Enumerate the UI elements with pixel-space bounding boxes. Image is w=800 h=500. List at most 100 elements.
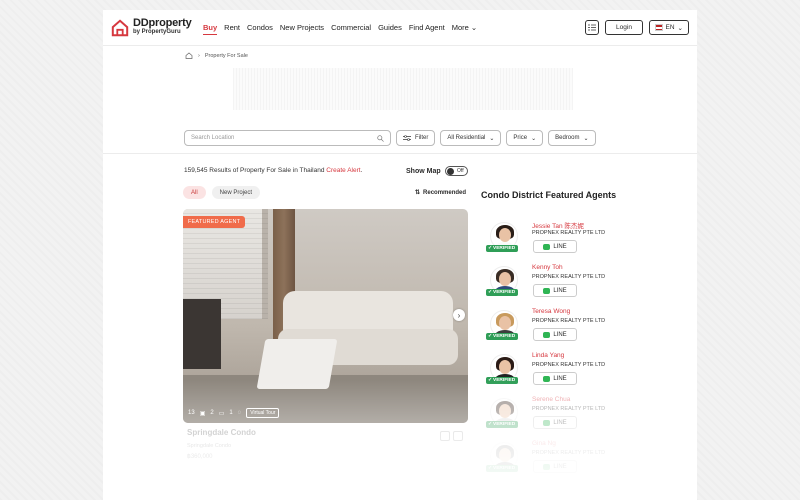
agent-name[interactable]: Kenny Toh	[532, 264, 563, 271]
home-icon[interactable]	[185, 52, 193, 59]
list-icon	[588, 24, 596, 31]
login-button[interactable]: Login	[605, 20, 643, 35]
nav-buy[interactable]: Buy	[203, 21, 218, 35]
photo-stats: 13 ▣ 2 ▭ 1 ◌ Virtual Tour	[188, 408, 280, 418]
agent-card[interactable]: ✓ VERIFIED Gina Ng PROPNEX REALTY PTE LT…	[486, 440, 690, 480]
agent-card[interactable]: ✓ VERIFIED Kenny Toh PROPNEX REALTY PTE …	[486, 264, 690, 304]
search-input[interactable]: Search Location	[184, 130, 391, 146]
line-label: LINE	[553, 463, 567, 470]
verified-badge: ✓ VERIFIED	[486, 245, 519, 252]
show-map-control: Show Map Off	[406, 166, 468, 176]
nav-rent[interactable]: Rent	[224, 21, 240, 35]
photo-coffee-table	[256, 339, 338, 389]
sort-dropdown[interactable]: ⇅ Recommended	[415, 189, 467, 197]
listing-subtitle: Springdale Condo	[187, 443, 232, 449]
line-label: LINE	[553, 287, 567, 294]
check-icon: ✓	[488, 334, 493, 339]
flag-icon	[655, 24, 663, 31]
breadcrumb-current[interactable]: Property For Sale	[205, 53, 248, 59]
agent-name[interactable]: Gina Ng	[532, 440, 556, 447]
toggle-state: Off	[457, 168, 464, 174]
logo-house-icon	[111, 18, 129, 36]
search-icon	[377, 134, 384, 142]
logo-subtitle: by PropertyGuru	[133, 28, 181, 35]
agent-card[interactable]: ✓ VERIFIED Teresa Wong PROPNEX REALTY PT…	[486, 308, 690, 348]
line-contact-button[interactable]: LINE	[533, 284, 577, 297]
bath-icon: ◌	[237, 410, 242, 416]
chevron-down-icon: ⌄	[677, 24, 683, 32]
nav-commercial[interactable]: Commercial	[331, 21, 371, 35]
bedroom-label: Bedroom	[555, 135, 580, 141]
agent-name[interactable]: Linda Yang	[532, 352, 564, 359]
nav-condos[interactable]: Condos	[247, 21, 273, 35]
agent-card[interactable]: ✓ VERIFIED Jessie Tan 陈杰妮 PROPNEX REALTY…	[486, 220, 690, 260]
results-period: .	[360, 167, 363, 174]
check-icon: ✓	[488, 246, 493, 251]
listing-price: ฿360,000	[187, 454, 213, 460]
language-selector[interactable]: EN ⌄	[649, 20, 689, 35]
listing-title[interactable]: Springdale Condo	[187, 428, 467, 437]
nav-more[interactable]: More ⌄	[452, 21, 477, 35]
line-contact-button[interactable]: LINE	[533, 460, 577, 473]
share-icon[interactable]	[440, 431, 450, 441]
beds-count: 2	[210, 410, 214, 416]
language-label: EN	[665, 24, 675, 31]
chevron-down-icon: ⌄	[489, 135, 495, 142]
logo[interactable]: DDproperty by PropertyGuru	[111, 17, 197, 37]
listing-photo[interactable]: FEATURED AGENT › 13 ▣ 2 ▭ 1 ◌ Virtual To…	[183, 209, 468, 423]
price-label: Price	[513, 135, 528, 141]
divider	[103, 153, 697, 154]
avatar-face	[499, 228, 511, 242]
create-alert-link[interactable]: Create Alert	[326, 167, 360, 174]
agent-name[interactable]: Teresa Wong	[532, 308, 570, 315]
listing-type-chips: All New Project	[183, 186, 261, 199]
search-placeholder: Search Location	[191, 135, 235, 141]
filter-label: Filter	[415, 135, 429, 141]
line-label: LINE	[553, 375, 567, 382]
heart-icon[interactable]	[453, 431, 463, 441]
nav-guides[interactable]: Guides	[378, 21, 402, 35]
chip-new-project[interactable]: New Project	[211, 186, 261, 199]
verified-label: VERIFIED	[493, 290, 516, 295]
verified-label: VERIFIED	[493, 246, 516, 251]
ad-banner-placeholder	[233, 68, 573, 110]
line-contact-button[interactable]: LINE	[533, 240, 577, 253]
property-type-dropdown[interactable]: All Residential ⌄	[440, 130, 502, 146]
show-map-toggle[interactable]: Off	[444, 166, 468, 176]
verified-label: VERIFIED	[493, 334, 516, 339]
agent-company: PROPNEX REALTY PTE LTD	[532, 406, 606, 412]
baths-count: 1	[229, 410, 233, 416]
line-contact-button[interactable]: LINE	[533, 328, 577, 341]
chevron-down-icon: ⌄	[470, 22, 478, 32]
verified-badge: ✓ VERIFIED	[486, 289, 519, 296]
show-map-label: Show Map	[406, 167, 441, 175]
agent-name[interactable]: Jessie Tan 陈杰妮	[532, 220, 584, 230]
chip-all[interactable]: All	[183, 186, 206, 199]
nav-new-projects[interactable]: New Projects	[280, 21, 324, 35]
agent-card[interactable]: ✓ VERIFIED Linda Yang PROPNEX REALTY PTE…	[486, 352, 690, 392]
line-contact-button[interactable]: LINE	[533, 372, 577, 385]
breadcrumb-separator-icon: ›	[198, 52, 200, 59]
agent-company: PROPNEX REALTY PTE LTD	[532, 450, 606, 456]
line-icon	[543, 375, 551, 382]
sort-label: Recommended	[423, 189, 467, 196]
price-dropdown[interactable]: Price ⌄	[506, 130, 544, 146]
listing-details: Springdale Condo Springdale Condo ฿360,0…	[187, 428, 467, 460]
nav-find-agent[interactable]: Find Agent	[409, 21, 445, 35]
page: DDproperty by PropertyGuru Buy Rent Cond…	[103, 10, 697, 500]
shortlist-button[interactable]	[585, 20, 599, 35]
nav-more-label: More	[451, 22, 469, 32]
avatar-face	[499, 316, 511, 330]
agent-company: PROPNEX REALTY PTE LTD	[532, 362, 606, 368]
line-label: LINE	[553, 331, 567, 338]
virtual-tour-tag[interactable]: Virtual Tour	[246, 408, 280, 418]
filter-button[interactable]: Filter	[396, 130, 436, 146]
line-contact-button[interactable]: LINE	[533, 416, 577, 429]
next-photo-arrow-icon[interactable]: ›	[453, 309, 465, 321]
agent-name[interactable]: Serene Chua	[532, 396, 570, 403]
line-icon	[543, 287, 551, 294]
search-row: Search Location Filter All Residential ⌄…	[184, 130, 596, 146]
featured-agents-title: Condo District Featured Agents	[481, 190, 617, 200]
bedroom-dropdown[interactable]: Bedroom ⌄	[548, 130, 596, 146]
agent-card[interactable]: ✓ VERIFIED Serene Chua PROPNEX REALTY PT…	[486, 396, 690, 436]
